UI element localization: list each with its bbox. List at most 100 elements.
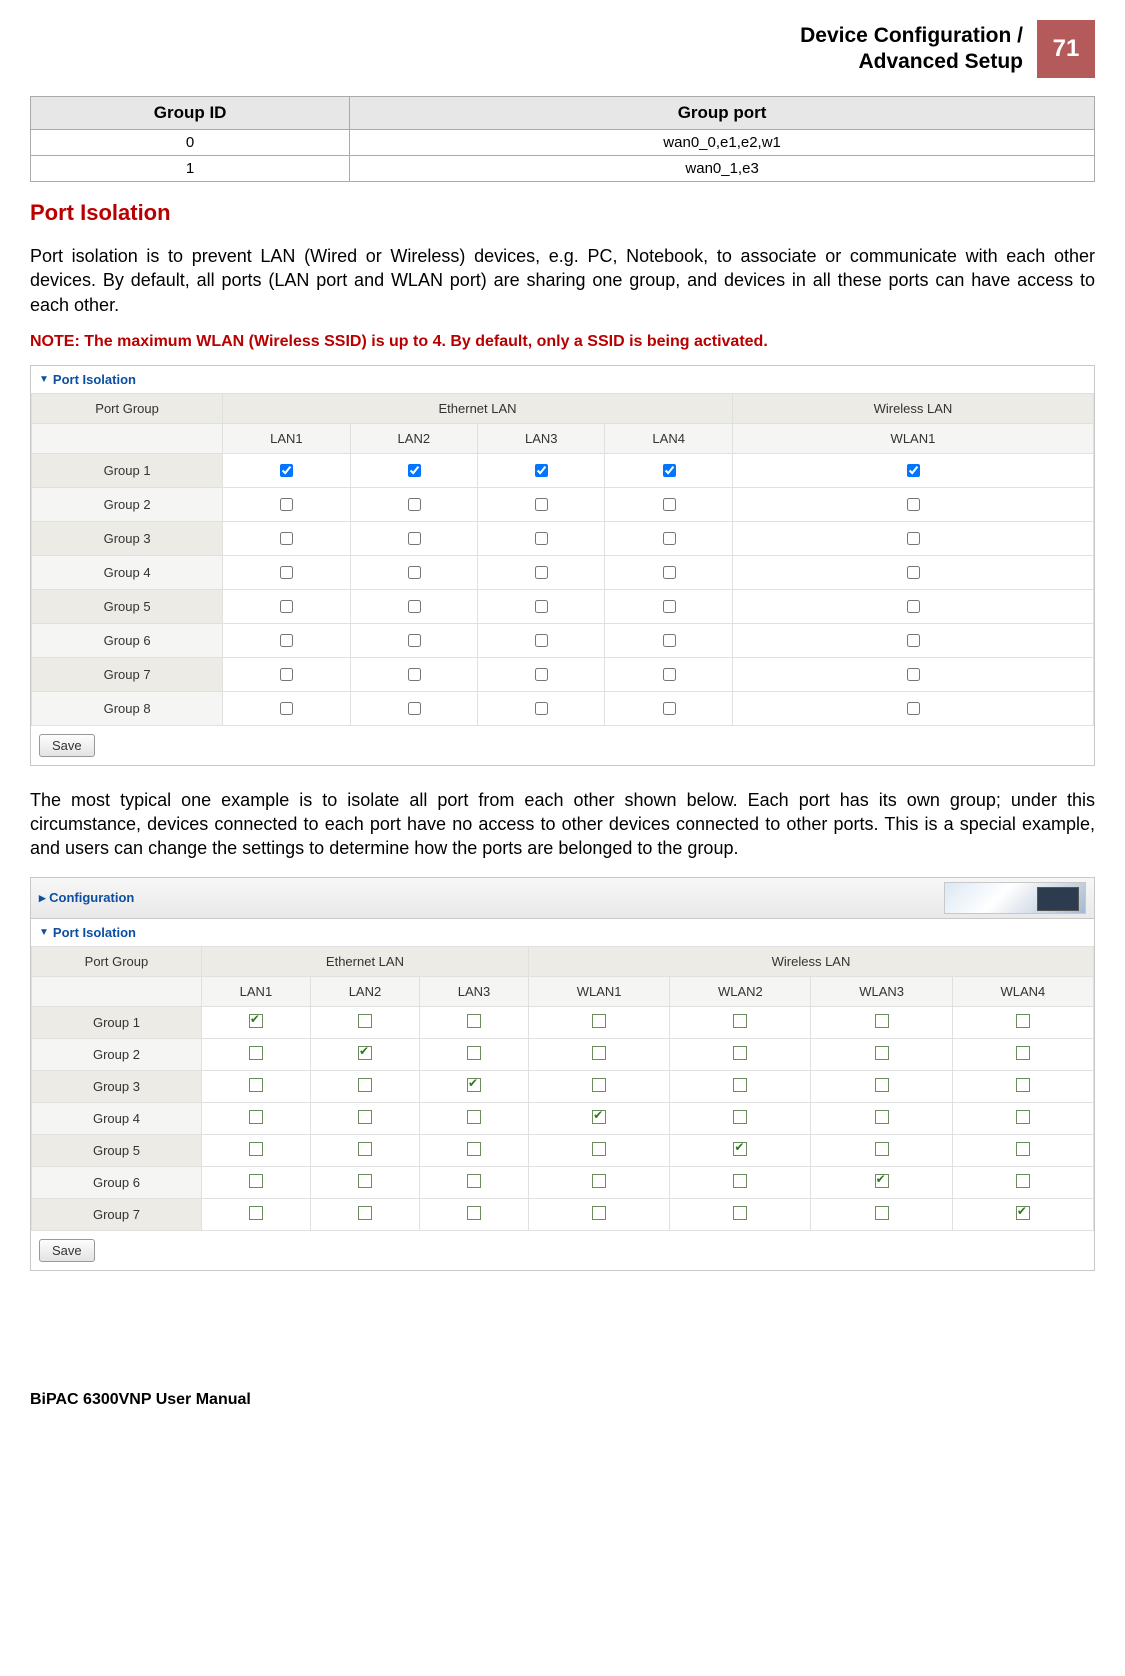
port-checkbox[interactable] — [535, 532, 548, 545]
port-checkbox[interactable] — [1016, 1142, 1030, 1156]
port-checkbox[interactable] — [358, 1206, 372, 1220]
port-checkbox[interactable] — [907, 498, 920, 511]
collapse-icon[interactable]: ▼ — [39, 374, 49, 385]
port-checkbox[interactable] — [663, 600, 676, 613]
port-checkbox[interactable] — [1016, 1110, 1030, 1124]
panel1-save-button[interactable]: Save — [39, 734, 95, 757]
port-checkbox[interactable] — [875, 1014, 889, 1028]
collapse-icon[interactable]: ▼ — [39, 927, 49, 938]
port-checkbox[interactable] — [467, 1014, 481, 1028]
port-checkbox[interactable] — [875, 1046, 889, 1060]
checkbox-cell — [732, 521, 1093, 555]
port-checkbox[interactable] — [907, 702, 920, 715]
port-checkbox[interactable] — [663, 668, 676, 681]
port-checkbox[interactable] — [467, 1142, 481, 1156]
port-checkbox[interactable] — [592, 1206, 606, 1220]
port-checkbox[interactable] — [875, 1206, 889, 1220]
port-checkbox[interactable] — [663, 702, 676, 715]
port-checkbox[interactable] — [592, 1142, 606, 1156]
port-checkbox[interactable] — [663, 464, 676, 477]
port-checkbox[interactable] — [907, 600, 920, 613]
checkbox-cell — [670, 1134, 811, 1166]
port-checkbox[interactable] — [408, 634, 421, 647]
port-checkbox[interactable] — [592, 1014, 606, 1028]
port-checkbox[interactable] — [733, 1206, 747, 1220]
port-checkbox[interactable] — [280, 600, 293, 613]
port-checkbox[interactable] — [467, 1206, 481, 1220]
port-checkbox[interactable] — [467, 1078, 481, 1092]
port-checkbox[interactable] — [733, 1110, 747, 1124]
port-checkbox[interactable] — [280, 702, 293, 715]
port-checkbox[interactable] — [733, 1014, 747, 1028]
port-checkbox[interactable] — [280, 668, 293, 681]
port-checkbox[interactable] — [408, 668, 421, 681]
port-checkbox[interactable] — [733, 1078, 747, 1092]
port-checkbox[interactable] — [875, 1078, 889, 1092]
port-checkbox[interactable] — [592, 1078, 606, 1092]
port-checkbox[interactable] — [249, 1014, 263, 1028]
port-checkbox[interactable] — [280, 532, 293, 545]
port-checkbox[interactable] — [592, 1174, 606, 1188]
port-checkbox[interactable] — [907, 668, 920, 681]
port-checkbox[interactable] — [875, 1110, 889, 1124]
port-checkbox[interactable] — [875, 1174, 889, 1188]
port-checkbox[interactable] — [733, 1046, 747, 1060]
panel2-save-button[interactable]: Save — [39, 1239, 95, 1262]
port-checkbox[interactable] — [1016, 1078, 1030, 1092]
port-checkbox[interactable] — [535, 498, 548, 511]
port-checkbox[interactable] — [907, 634, 920, 647]
port-checkbox[interactable] — [358, 1078, 372, 1092]
port-checkbox[interactable] — [1016, 1206, 1030, 1220]
port-checkbox[interactable] — [1016, 1046, 1030, 1060]
table-row: Group 7 — [32, 657, 1094, 691]
checkbox-cell — [811, 1102, 952, 1134]
port-checkbox[interactable] — [663, 634, 676, 647]
port-checkbox[interactable] — [733, 1174, 747, 1188]
port-checkbox[interactable] — [358, 1014, 372, 1028]
port-checkbox[interactable] — [467, 1174, 481, 1188]
port-checkbox[interactable] — [358, 1110, 372, 1124]
port-checkbox[interactable] — [249, 1046, 263, 1060]
port-checkbox[interactable] — [358, 1174, 372, 1188]
port-checkbox[interactable] — [907, 532, 920, 545]
port-checkbox[interactable] — [408, 566, 421, 579]
port-checkbox[interactable] — [907, 566, 920, 579]
port-checkbox[interactable] — [280, 464, 293, 477]
port-checkbox[interactable] — [535, 600, 548, 613]
port-checkbox[interactable] — [592, 1046, 606, 1060]
port-checkbox[interactable] — [663, 532, 676, 545]
port-checkbox[interactable] — [249, 1078, 263, 1092]
port-checkbox[interactable] — [358, 1046, 372, 1060]
column-wlan1: WLAN1 — [732, 423, 1093, 453]
port-checkbox[interactable] — [535, 634, 548, 647]
port-checkbox[interactable] — [280, 566, 293, 579]
port-checkbox[interactable] — [408, 702, 421, 715]
port-checkbox[interactable] — [249, 1110, 263, 1124]
port-checkbox[interactable] — [535, 566, 548, 579]
port-checkbox[interactable] — [249, 1142, 263, 1156]
port-checkbox[interactable] — [280, 498, 293, 511]
port-checkbox[interactable] — [1016, 1174, 1030, 1188]
port-checkbox[interactable] — [875, 1142, 889, 1156]
port-checkbox[interactable] — [249, 1206, 263, 1220]
port-checkbox[interactable] — [408, 464, 421, 477]
port-checkbox[interactable] — [408, 532, 421, 545]
port-checkbox[interactable] — [408, 498, 421, 511]
port-checkbox[interactable] — [907, 464, 920, 477]
checkbox-cell — [419, 1070, 528, 1102]
port-checkbox[interactable] — [358, 1142, 372, 1156]
port-checkbox[interactable] — [592, 1110, 606, 1124]
group-label: Group 6 — [32, 623, 223, 657]
port-checkbox[interactable] — [535, 702, 548, 715]
port-checkbox[interactable] — [467, 1046, 481, 1060]
port-checkbox[interactable] — [663, 566, 676, 579]
port-checkbox[interactable] — [733, 1142, 747, 1156]
port-checkbox[interactable] — [1016, 1014, 1030, 1028]
port-checkbox[interactable] — [535, 668, 548, 681]
port-checkbox[interactable] — [535, 464, 548, 477]
port-checkbox[interactable] — [467, 1110, 481, 1124]
port-checkbox[interactable] — [408, 600, 421, 613]
port-checkbox[interactable] — [249, 1174, 263, 1188]
port-checkbox[interactable] — [663, 498, 676, 511]
port-checkbox[interactable] — [280, 634, 293, 647]
